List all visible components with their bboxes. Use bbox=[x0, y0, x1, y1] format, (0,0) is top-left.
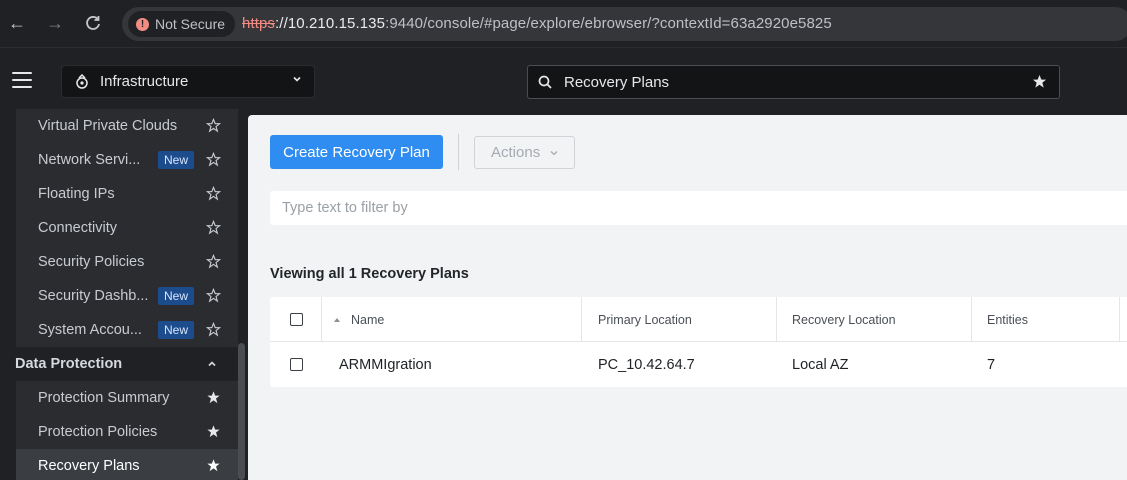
sidebar-item-security-dashboard[interactable]: Security Dashb... New bbox=[16, 279, 238, 313]
filter-input[interactable] bbox=[270, 191, 1127, 225]
star-filled-icon[interactable] bbox=[206, 390, 221, 405]
app-header: Infrastructure Recovery Plans bbox=[0, 48, 1127, 115]
context-label: Infrastructure bbox=[100, 73, 189, 90]
table-header: Name Primary Location Recovery Location … bbox=[270, 297, 1127, 342]
new-badge: New bbox=[158, 321, 195, 339]
cell-recovery-location: Local AZ bbox=[792, 356, 849, 373]
cell-entities: 7 bbox=[987, 356, 996, 373]
column-divider bbox=[971, 297, 972, 342]
address-bar[interactable]: ! Not Secure https://10.210.15.135:9440/… bbox=[122, 7, 1127, 41]
star-filled-icon[interactable] bbox=[206, 458, 221, 473]
hamburger-menu-icon[interactable] bbox=[12, 72, 32, 88]
sidebar-item-label: System Accou... bbox=[38, 322, 142, 338]
sidebar-item-label: Connectivity bbox=[38, 220, 117, 236]
star-outline-icon[interactable] bbox=[206, 254, 221, 269]
star-outline-icon[interactable] bbox=[206, 152, 221, 167]
sidebar-item-label: Security Policies bbox=[38, 254, 145, 270]
section-label: Data Protection bbox=[15, 356, 123, 372]
star-outline-icon[interactable] bbox=[206, 186, 221, 201]
actions-button[interactable]: Actions bbox=[474, 136, 575, 169]
results-count: Viewing all 1 Recovery Plans bbox=[270, 266, 469, 282]
sidebar-item-security-policies[interactable]: Security Policies bbox=[16, 245, 238, 279]
star-outline-icon[interactable] bbox=[206, 118, 221, 133]
column-header-name[interactable]: Name bbox=[333, 297, 384, 342]
browser-toolbar: ← → ! Not Secure https://10.210.15.135:9… bbox=[0, 0, 1127, 48]
sidebar-item-label: Floating IPs bbox=[38, 186, 115, 202]
search-icon bbox=[538, 75, 552, 89]
forward-arrow-icon[interactable]: → bbox=[44, 12, 66, 34]
column-divider bbox=[1119, 297, 1120, 342]
star-outline-icon[interactable] bbox=[206, 288, 221, 303]
chevron-down-icon bbox=[550, 151, 558, 156]
back-arrow-icon[interactable]: ← bbox=[6, 12, 28, 34]
sidebar-item-recovery-plans[interactable]: Recovery Plans bbox=[16, 449, 238, 480]
sidebar-section-data-protection[interactable]: Data Protection bbox=[0, 347, 238, 381]
sort-ascending-icon bbox=[334, 317, 340, 322]
url-protocol: https bbox=[242, 15, 276, 32]
sidebar-item-label: Protection Policies bbox=[38, 424, 158, 440]
security-label: Not Secure bbox=[155, 16, 226, 32]
toolbar-divider bbox=[458, 134, 459, 170]
search-input[interactable]: Recovery Plans bbox=[564, 74, 669, 91]
column-divider bbox=[581, 297, 582, 342]
cell-primary-location: PC_10.42.64.7 bbox=[598, 356, 695, 373]
sidebar-item-network-services[interactable]: Network Servi... New bbox=[16, 143, 238, 177]
url-path: :9440/console/#page/explore/ebrowser/?co… bbox=[385, 15, 832, 32]
create-recovery-plan-button[interactable]: Create Recovery Plan bbox=[270, 135, 443, 169]
chevron-down-icon bbox=[293, 76, 301, 82]
star-filled-icon[interactable] bbox=[206, 424, 221, 439]
actions-label: Actions bbox=[491, 144, 541, 161]
context-selector[interactable]: Infrastructure bbox=[61, 65, 315, 98]
column-header-entities[interactable]: Entities bbox=[987, 297, 1028, 342]
cell-name[interactable]: ARMMIgration bbox=[339, 342, 432, 387]
sidebar-item-connectivity[interactable]: Connectivity bbox=[16, 211, 238, 245]
row-checkbox[interactable] bbox=[290, 358, 303, 371]
sidebar-item-floating-ips[interactable]: Floating IPs bbox=[16, 177, 238, 211]
column-header-recovery-location[interactable]: Recovery Location bbox=[792, 297, 896, 342]
column-divider bbox=[776, 297, 777, 342]
column-divider bbox=[321, 297, 322, 342]
security-indicator[interactable]: ! Not Secure bbox=[128, 11, 236, 37]
sidebar-item-label: Virtual Private Clouds bbox=[38, 118, 178, 134]
global-search[interactable]: Recovery Plans bbox=[527, 65, 1060, 99]
column-label: Primary Location bbox=[598, 312, 692, 327]
sidebar-item-protection-summary[interactable]: Protection Summary bbox=[16, 381, 238, 415]
sidebar-item-protection-policies[interactable]: Protection Policies bbox=[16, 415, 238, 449]
new-badge: New bbox=[158, 151, 195, 169]
new-badge: New bbox=[158, 287, 195, 305]
sidebar-item-label: Recovery Plans bbox=[38, 458, 140, 474]
column-header-primary-location[interactable]: Primary Location bbox=[598, 297, 692, 342]
column-label: Recovery Location bbox=[792, 312, 896, 327]
sidebar-item-system-accounts[interactable]: System Accou... New bbox=[16, 313, 238, 347]
main-content: Create Recovery Plan Actions Viewing all… bbox=[248, 115, 1127, 480]
url-host: ://10.210.15.135 bbox=[275, 15, 386, 32]
chevron-up-icon bbox=[208, 361, 216, 367]
sidebar-item-virtual-private-clouds[interactable]: Virtual Private Clouds bbox=[16, 109, 238, 143]
sidebar-item-label: Protection Summary bbox=[38, 390, 170, 406]
sidebar-item-label: Security Dashb... bbox=[38, 288, 149, 304]
sidebar-scrollbar[interactable] bbox=[238, 343, 245, 480]
url-text[interactable]: https://10.210.15.135:9440/console/#page… bbox=[242, 15, 832, 32]
star-outline-icon[interactable] bbox=[206, 322, 221, 337]
sidebar-item-label: Network Servi... bbox=[38, 152, 141, 168]
select-all-checkbox[interactable] bbox=[290, 313, 303, 326]
favorite-star-icon[interactable] bbox=[1032, 74, 1047, 89]
sidebar: Virtual Private Clouds Network Servi... … bbox=[0, 109, 248, 480]
column-label: Entities bbox=[987, 312, 1028, 327]
reload-icon[interactable] bbox=[82, 12, 104, 34]
warning-icon: ! bbox=[136, 17, 149, 31]
infrastructure-icon bbox=[76, 73, 88, 89]
recovery-plans-table: Name Primary Location Recovery Location … bbox=[270, 297, 1127, 387]
column-label: Name bbox=[351, 312, 385, 327]
star-outline-icon[interactable] bbox=[206, 220, 221, 235]
